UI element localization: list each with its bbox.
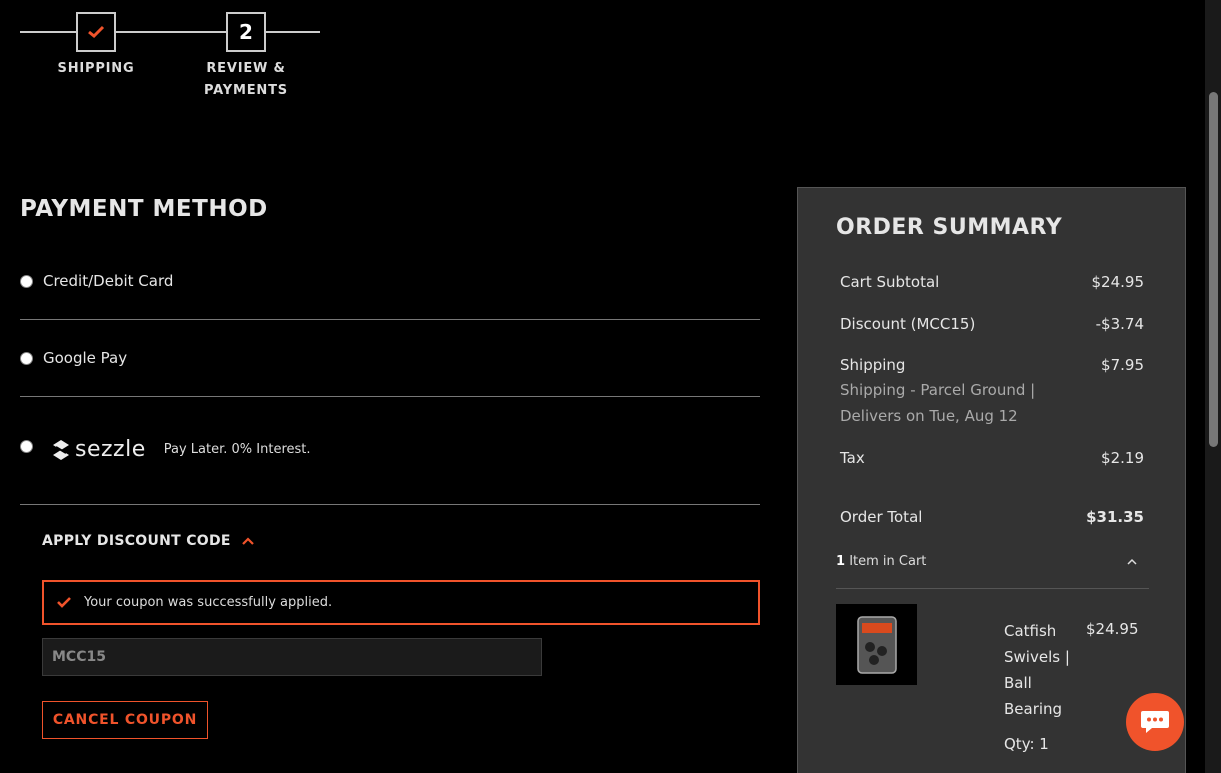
summary-row-total: Order Total $31.35 (840, 508, 1144, 526)
discount-toggle[interactable]: APPLY DISCOUNT CODE (42, 533, 255, 549)
stepper-line (20, 31, 76, 33)
step-label-text: SHIPPING (57, 61, 135, 76)
product-name[interactable]: Catfish Swivels | Ball Bearing (1004, 618, 1082, 722)
summary-value: $2.19 (1101, 449, 1144, 467)
coupon-code-input[interactable] (42, 638, 542, 676)
chevron-up-icon (242, 537, 254, 545)
product-package-image (856, 615, 897, 674)
total-value: $31.35 (1086, 508, 1144, 526)
radio-googlepay[interactable] (20, 351, 33, 365)
summary-row-tax: Tax $2.19 (840, 449, 1144, 467)
summary-value: -$3.74 (1095, 315, 1144, 333)
divider (20, 319, 760, 320)
cart-items-toggle[interactable]: 1 Item in Cart (836, 554, 1149, 569)
checkout-stepper: 2 SHIPPING REVIEW & PAYMENTS (20, 0, 320, 110)
order-summary-title: ORDER SUMMARY (836, 215, 1063, 240)
shipping-detail: Shipping - Parcel Ground | Delivers on T… (840, 381, 1036, 425)
sezzle-logo: sezzle (51, 437, 146, 462)
summary-label: Tax (840, 449, 865, 467)
payment-option-label: Google Pay (43, 349, 128, 367)
success-text: Your coupon was successfully applied. (84, 595, 333, 610)
summary-row-subtotal: Cart Subtotal $24.95 (840, 273, 1144, 291)
divider (20, 504, 760, 505)
stepper-line (116, 31, 226, 33)
step-label-text: REVIEW & (206, 61, 286, 76)
cancel-coupon-button[interactable]: CANCEL COUPON (42, 701, 208, 739)
step-label-text: PAYMENTS (204, 83, 288, 98)
step-review-label: REVIEW & PAYMENTS (196, 58, 296, 102)
sezzle-icon (53, 439, 69, 460)
step-shipping-box[interactable] (76, 12, 116, 52)
step-review-box: 2 (226, 12, 266, 52)
summary-label: Cart Subtotal (840, 273, 940, 291)
summary-value: $24.95 (1091, 273, 1145, 291)
payment-option-sezzle[interactable]: sezzle Pay Later. 0% Interest. (20, 437, 760, 462)
divider (20, 396, 760, 397)
check-icon (88, 25, 105, 39)
chevron-up-icon (1127, 558, 1137, 565)
chat-button[interactable] (1126, 693, 1184, 751)
coupon-success-message: Your coupon was successfully applied. (42, 580, 760, 625)
product-thumbnail[interactable] (836, 604, 917, 685)
sezzle-logo-text: sezzle (75, 437, 146, 462)
summary-label: Discount (MCC15) (840, 315, 976, 333)
radio-card[interactable] (20, 274, 33, 288)
product-price: $24.95 (1086, 620, 1139, 638)
divider (836, 588, 1149, 589)
step-shipping-label[interactable]: SHIPPING (46, 58, 146, 80)
stepper-line (266, 31, 320, 33)
cart-label-text: Item in Cart (849, 554, 927, 569)
payment-option-label: Credit/Debit Card (43, 272, 174, 290)
chat-icon (1141, 711, 1169, 733)
summary-value: $7.95 (1101, 356, 1144, 374)
product-qty: Qty: 1 (1004, 735, 1049, 753)
cart-count: 1 (836, 554, 846, 569)
total-label: Order Total (840, 508, 923, 526)
sezzle-tagline: Pay Later. 0% Interest. (163, 442, 311, 457)
radio-sezzle[interactable] (20, 440, 33, 453)
payment-option-googlepay[interactable]: Google Pay (20, 349, 760, 367)
summary-row-discount: Discount (MCC15) -$3.74 (840, 315, 1144, 333)
scrollbar-thumb[interactable] (1209, 92, 1218, 447)
payment-method-title: PAYMENT METHOD (20, 196, 268, 222)
cart-items-label: 1 Item in Cart (836, 554, 926, 569)
order-summary: ORDER SUMMARY Cart Subtotal $24.95 Disco… (797, 187, 1186, 773)
summary-row-shipping: Shipping $7.95 (840, 356, 1144, 374)
discount-title: APPLY DISCOUNT CODE (42, 533, 231, 549)
check-icon (57, 597, 71, 608)
summary-label: Shipping (840, 356, 906, 374)
payment-option-card[interactable]: Credit/Debit Card (20, 272, 760, 290)
step-number: 2 (239, 20, 253, 44)
